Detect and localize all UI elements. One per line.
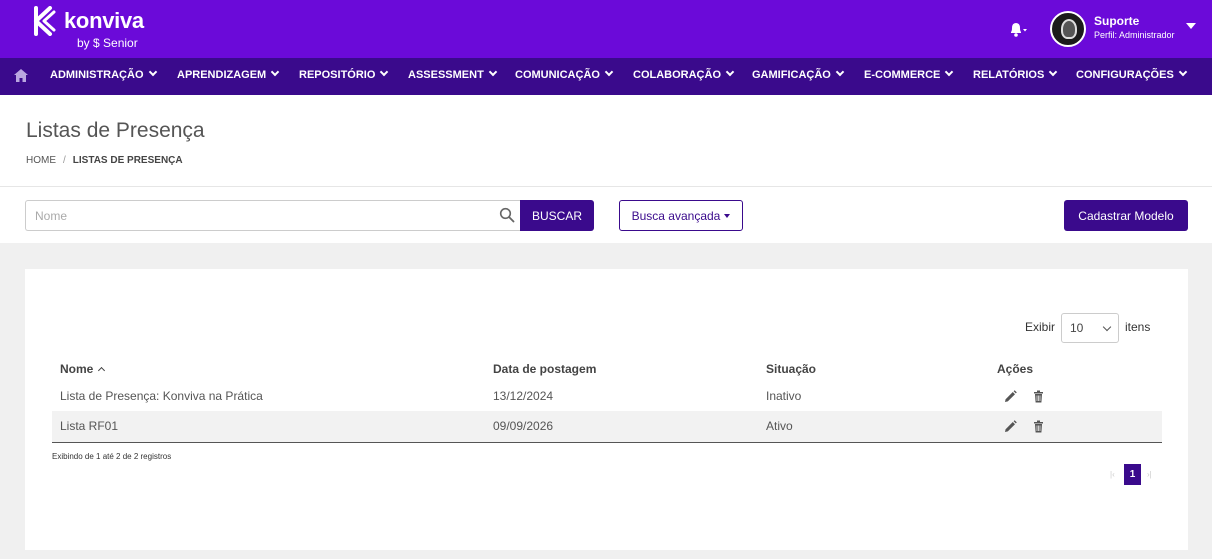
search-button[interactable]: BUSCAR [520,200,594,231]
pagination-page-current[interactable]: 1 [1124,464,1141,485]
nav-item-configuracoes[interactable]: CONFIGURAÇÕES [1076,58,1188,95]
main-nav: ADMINISTRAÇÃO APRENDIZAGEM REPOSITÓRIO A… [0,58,1212,95]
breadcrumb-home-link[interactable]: HOME [26,155,56,166]
user-name[interactable]: Suporte [1094,14,1139,28]
user-avatar[interactable] [1050,11,1086,47]
chevron-down-icon [380,67,389,77]
nav-item-colaboracao[interactable]: COLABORAÇÃO [633,58,735,95]
edit-pencil-icon[interactable] [1004,390,1017,403]
top-header: konviva by $ Senior Suporte Perfil: Admi… [0,0,1212,58]
nav-item-aprendizagem[interactable]: APRENDIZAGEM [177,58,280,95]
nav-item-relatorios[interactable]: RELATÓRIOS [973,58,1058,95]
brand-name: konviva [64,8,144,33]
user-menu-caret-icon[interactable] [1186,23,1196,29]
column-header-label: Nome [60,362,94,376]
chevron-down-icon [945,67,954,77]
page-size-select[interactable]: 10 [1061,313,1119,343]
chevron-down-icon [604,67,614,77]
nav-label: E-COMMERCE [864,69,941,81]
sort-ascending-icon [98,366,106,375]
nav-label: REPOSITÓRIO [299,69,376,81]
row-status: Ativo [766,419,793,433]
chevron-down-icon [148,67,157,77]
advanced-search-button[interactable]: Busca avançada [619,200,743,231]
nav-label: CONFIGURAÇÕES [1076,69,1174,81]
page-size-unit-label: itens [1125,320,1151,334]
table-row: Lista de Presença: Konviva na Prática 13… [52,381,1162,412]
page-title: Listas de Presença [26,119,205,142]
row-name: Lista de Presença: Konviva na Prática [60,389,263,403]
nav-item-gamificacao[interactable]: GAMIFICAÇÃO [752,58,845,95]
chevron-down-icon [1178,67,1188,77]
row-status: Inativo [766,389,802,403]
chevron-down-icon [488,67,498,77]
nav-item-administracao[interactable]: ADMINISTRAÇÃO [50,58,157,95]
column-header-status[interactable]: Situação [766,362,816,376]
pagination-last-button[interactable]: ›| [1147,470,1152,479]
trash-icon[interactable] [1032,390,1045,403]
column-header-actions: Ações [997,362,1034,376]
chevron-down-icon [835,67,845,77]
caret-down-icon [724,213,731,218]
brand-subtitle: by $ Senior [77,36,138,50]
nav-label: RELATÓRIOS [973,69,1045,81]
results-card: Exibir 10 itens Nome Data de postagem Si… [25,269,1188,550]
nav-label: GAMIFICAÇÃO [752,69,831,81]
nav-label: COLABORAÇÃO [633,69,721,81]
chevron-down-icon [725,67,735,77]
nav-item-comunicacao[interactable]: COMUNICAÇÃO [515,58,614,95]
breadcrumb-current: LISTAS DE PRESENÇA [72,155,183,166]
nav-label: ASSESSMENT [408,69,484,81]
nav-item-e-commerce[interactable]: E-COMMERCE [864,58,954,95]
page-header: Listas de Presença HOME / LISTAS DE PRESEN… [0,95,1212,187]
row-date: 09/09/2026 [493,419,554,433]
page-size-label: Exibir [1025,320,1056,334]
nav-label: ADMINISTRAÇÃO [50,69,144,81]
search-bar: BUSCAR Busca avançada Cadastrar Modelo [0,187,1212,243]
nav-item-assessment[interactable]: ASSESSMENT [408,58,498,95]
table-row: Lista RF01 09/09/2026 Ativo [52,411,1162,442]
nav-item-repositorio[interactable]: REPOSITÓRIO [299,58,389,95]
row-name: Lista RF01 [60,419,119,433]
search-input[interactable] [25,200,521,231]
chevron-down-icon [1102,322,1112,332]
breadcrumb: HOME / LISTAS DE PRESENÇA [26,155,183,166]
breadcrumb-separator: / [63,155,66,166]
page-size-value: 10 [1070,321,1084,335]
pagination-first-button[interactable]: |‹ [1110,470,1115,479]
register-template-button[interactable]: Cadastrar Modelo [1064,200,1188,231]
avatar-figure [1061,19,1077,39]
row-date: 13/12/2024 [493,389,554,403]
nav-label: COMUNICAÇÃO [515,69,600,81]
trash-icon[interactable] [1032,420,1045,433]
column-header-date[interactable]: Data de postagem [493,362,596,376]
search-icon [499,207,515,223]
nav-label: APRENDIZAGEM [177,69,267,81]
chevron-down-icon [1049,67,1058,77]
table-bottom-border [52,442,1162,443]
home-icon[interactable] [14,69,28,82]
user-role: Perfil: Administrador [1094,30,1175,40]
records-info: Exibindo de 1 até 2 de 2 registros [52,452,172,461]
notification-bell-icon[interactable] [1007,20,1029,38]
advanced-search-label: Busca avançada [631,208,721,223]
column-header-name[interactable]: Nome [60,362,106,376]
edit-pencil-icon[interactable] [1004,420,1017,433]
chevron-down-icon [270,67,280,77]
konviva-logo-icon [34,6,56,36]
